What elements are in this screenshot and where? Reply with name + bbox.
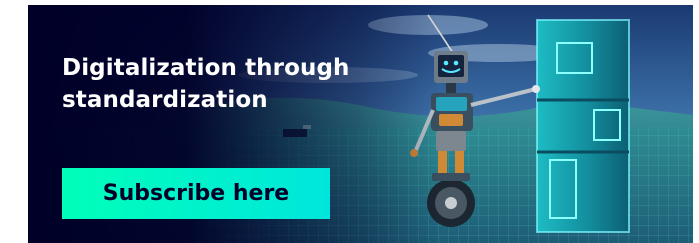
banner-headline: Digitalization through standardization [62,55,350,113]
subscribe-button[interactable]: Subscribe here [62,168,330,219]
promo-banner[interactable]: Digitalization through standardization S… [28,5,693,243]
